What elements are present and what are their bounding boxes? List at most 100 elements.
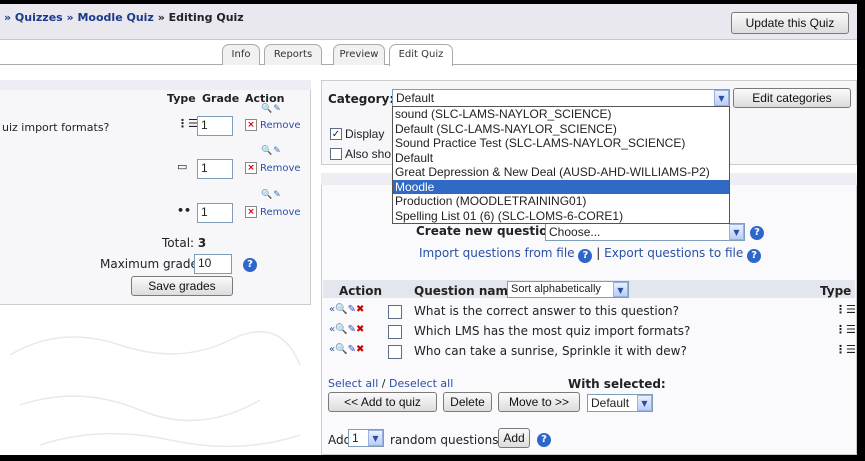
edit-icon[interactable]: ✎ [348, 324, 356, 335]
tab-info[interactable]: Info [222, 44, 260, 65]
display-checkbox[interactable]: ✓ [330, 128, 342, 140]
truefalse-type-icon: •• [177, 204, 192, 217]
total-value: 3 [197, 236, 207, 250]
question-row-actions[interactable]: «🔍✎✖ [329, 304, 364, 315]
create-question-select-value: Choose... [549, 225, 601, 239]
move-target-value: Default [591, 396, 630, 410]
select-separator: / [378, 377, 389, 390]
with-selected-label: With selected: [568, 377, 666, 391]
category-option-highlighted[interactable]: Moodle [393, 179, 729, 194]
tab-preview[interactable]: Preview [333, 44, 385, 65]
create-question-label: Create new question: [416, 224, 561, 238]
sort-select[interactable]: Sort alphabetically [507, 281, 629, 298]
help-icon[interactable]: ? [578, 249, 593, 263]
category-select[interactable]: Default [392, 89, 730, 107]
edit-categories-button[interactable]: Edit categories [733, 88, 851, 108]
qtable-col-action: Action [339, 284, 383, 298]
remove-label: Remove [260, 120, 301, 131]
remove-button[interactable]: × Remove [245, 162, 301, 174]
remove-icon: × [245, 119, 257, 131]
tab-reports[interactable]: Reports [264, 44, 322, 65]
display-checkbox-label: Display [345, 127, 385, 141]
question-table-body: «🔍✎✖ What is the correct answer to this … [323, 299, 856, 362]
category-option[interactable]: Spelling List 01 (6) (SLC-LOMS-6-CORE1) [393, 209, 729, 224]
help-icon[interactable]: ? [750, 226, 764, 240]
link-separator: | [596, 246, 601, 260]
decorative-map [9, 331, 301, 448]
chevron-down-icon[interactable]: ▼ [714, 90, 729, 106]
select-links: Select all / Deselect all [328, 377, 453, 390]
import-export-row: Import questions from file ? | Export qu… [419, 246, 762, 263]
edit-icon[interactable]: ✎ [348, 304, 356, 315]
random-suffix-label: random questions [390, 433, 499, 447]
preview-icon[interactable]: 🔍 [335, 324, 347, 335]
remove-button[interactable]: × Remove [245, 119, 301, 131]
grade-input[interactable]: 1 [197, 203, 233, 223]
tab-edit-quiz[interactable]: Edit Quiz [389, 44, 453, 66]
category-option[interactable]: Great Depression & New Deal (AUSD-AHD-WI… [393, 165, 729, 180]
remove-button[interactable]: × Remove [245, 206, 301, 218]
update-quiz-button[interactable]: Update this Quiz [731, 12, 849, 34]
grade-input[interactable]: 1 [197, 116, 233, 136]
remove-icon: × [245, 162, 257, 174]
add-to-quiz-button[interactable]: << Add to quiz [328, 392, 437, 412]
preview-icon[interactable]: 🔍 [335, 304, 347, 315]
question-row-actions[interactable]: «🔍✎✖ [329, 324, 364, 335]
total-label: Total: [162, 236, 195, 250]
move-to-button[interactable]: Move to >> [498, 392, 580, 412]
preview-edit-icons[interactable]: 🔍✎ [261, 146, 282, 156]
quiz-panel-header-strip [0, 80, 311, 90]
chevron-down-icon[interactable]: ▼ [729, 224, 744, 240]
breadcrumb-quiz[interactable]: » Moodle Quiz [67, 11, 154, 24]
category-option[interactable]: sound (SLC-LAMS-NAYLOR_SCIENCE) [393, 107, 729, 122]
add-random-button[interactable]: Add [498, 428, 530, 448]
question-select-checkbox[interactable] [388, 325, 402, 339]
category-option[interactable]: Sound Practice Test (SLC-LAMS-NAYLOR_SCI… [393, 136, 729, 151]
category-option[interactable]: Default [393, 151, 729, 166]
max-grade-input[interactable]: 10 [194, 254, 232, 274]
category-option[interactable]: Production (MOODLETRAINING01) [393, 194, 729, 209]
question-select-checkbox[interactable] [388, 345, 402, 359]
preview-edit-icons[interactable]: 🔍✎ [261, 190, 282, 200]
breadcrumb-quizzes[interactable]: » Quizzes [4, 11, 63, 24]
grade-input[interactable]: 1 [197, 159, 233, 179]
export-questions-link[interactable]: Export questions to file [604, 246, 743, 260]
breadcrumb-current: » Editing Quiz [157, 11, 244, 24]
col-grade-header: Grade [202, 92, 240, 105]
max-grade-label: Maximum grade: [100, 257, 202, 271]
window-frame-right [857, 0, 865, 461]
question-name: Which LMS has the most quiz import forma… [414, 324, 691, 338]
import-questions-link[interactable]: Import questions from file [419, 246, 575, 260]
help-icon[interactable]: ? [537, 433, 551, 447]
multichoice-type-icon: ⋮☰ [835, 323, 856, 336]
edit-icon[interactable]: ✎ [348, 344, 356, 355]
chevron-down-icon[interactable]: ▼ [613, 282, 628, 297]
question-row-actions[interactable]: «🔍✎✖ [329, 344, 364, 355]
help-icon[interactable]: ? [243, 258, 257, 272]
save-grades-button[interactable]: Save grades [131, 276, 233, 296]
preview-icon[interactable]: 🔍 [335, 344, 347, 355]
category-select-value: Default [396, 91, 435, 105]
create-question-select[interactable]: Choose... [545, 223, 745, 241]
deselect-all-link[interactable]: Deselect all [389, 377, 453, 390]
preview-edit-icons[interactable]: 🔍✎ [261, 104, 282, 114]
also-show-checkbox[interactable] [330, 148, 342, 160]
select-all-link[interactable]: Select all [328, 377, 378, 390]
qtable-col-name: Question name [414, 284, 517, 298]
category-dropdown-list: sound (SLC-LAMS-NAYLOR_SCIENCE) Default … [392, 106, 730, 224]
total-row: Total: 3 [162, 236, 206, 250]
col-type-header: Type [167, 92, 196, 105]
question-select-checkbox[interactable] [388, 305, 402, 319]
remove-label: Remove [260, 207, 301, 218]
chevron-down-icon[interactable]: ▼ [368, 430, 383, 446]
multichoice-type-icon: ⋮☰ [177, 117, 198, 130]
category-option[interactable]: Default (SLC-LAMS-NAYLOR_SCIENCE) [393, 122, 729, 137]
multichoice-type-icon: ⋮☰ [835, 343, 856, 356]
breadcrumb: » Quizzes » Moodle Quiz » Editing Quiz [4, 11, 244, 24]
delete-icon[interactable]: ✖ [356, 304, 364, 315]
chevron-down-icon[interactable]: ▼ [637, 395, 652, 411]
help-icon[interactable]: ? [747, 249, 762, 263]
delete-icon[interactable]: ✖ [356, 344, 364, 355]
delete-icon[interactable]: ✖ [356, 324, 364, 335]
delete-button[interactable]: Delete [443, 392, 492, 412]
